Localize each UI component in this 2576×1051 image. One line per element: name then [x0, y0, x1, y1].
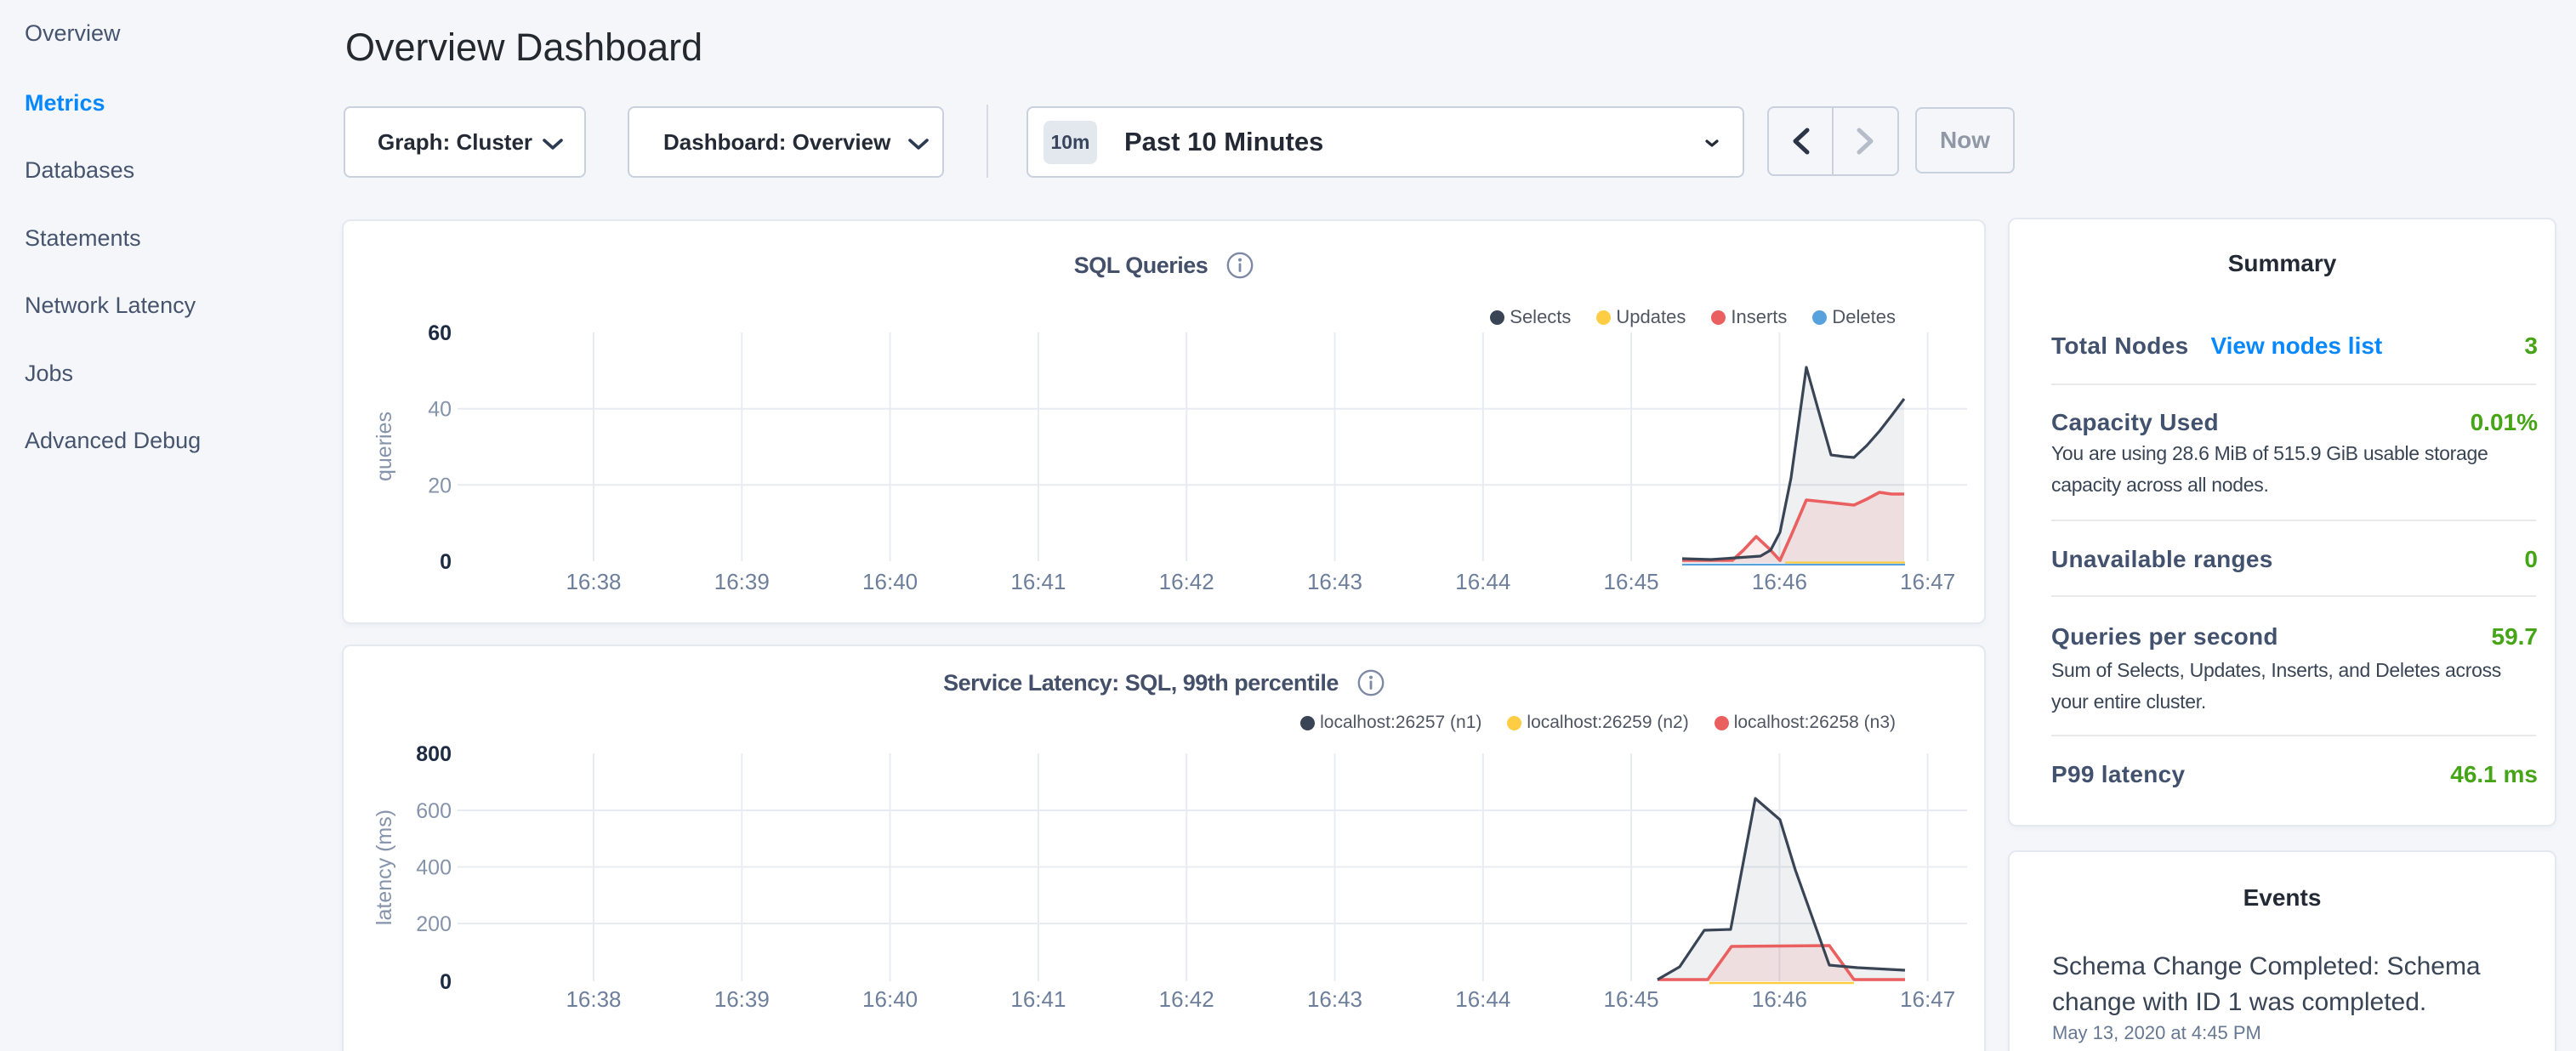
svg-text:16:45: 16:45 — [1604, 986, 1659, 1012]
svg-text:16:41: 16:41 — [1010, 569, 1066, 594]
svg-text:16:43: 16:43 — [1307, 986, 1362, 1012]
svg-text:0: 0 — [440, 550, 452, 574]
svg-text:200: 200 — [416, 912, 452, 936]
svg-text:16:47: 16:47 — [1900, 569, 1955, 594]
svg-text:60: 60 — [428, 321, 452, 345]
svg-text:16:40: 16:40 — [862, 986, 918, 1012]
svg-text:16:39: 16:39 — [714, 986, 770, 1012]
svg-text:16:43: 16:43 — [1307, 569, 1362, 594]
svg-text:40: 40 — [428, 398, 452, 422]
svg-text:16:46: 16:46 — [1752, 569, 1807, 594]
svg-text:latency (ms): latency (ms) — [372, 810, 396, 925]
svg-text:20: 20 — [428, 474, 452, 497]
svg-text:600: 600 — [416, 799, 452, 823]
svg-text:16:41: 16:41 — [1010, 986, 1066, 1012]
svg-text:400: 400 — [416, 856, 452, 880]
svg-text:0: 0 — [440, 970, 452, 994]
svg-text:16:45: 16:45 — [1604, 569, 1659, 594]
svg-text:16:40: 16:40 — [862, 569, 918, 594]
svg-text:16:46: 16:46 — [1752, 986, 1807, 1012]
svg-text:16:42: 16:42 — [1159, 569, 1214, 594]
svg-text:16:38: 16:38 — [566, 569, 621, 594]
svg-text:800: 800 — [416, 742, 452, 766]
svg-text:16:44: 16:44 — [1455, 986, 1510, 1012]
svg-text:16:38: 16:38 — [566, 986, 621, 1012]
svg-text:16:42: 16:42 — [1159, 986, 1214, 1012]
svg-text:16:44: 16:44 — [1455, 569, 1510, 594]
svg-text:16:39: 16:39 — [714, 569, 770, 594]
svg-text:16:47: 16:47 — [1900, 986, 1955, 1012]
svg-text:queries: queries — [372, 412, 396, 481]
